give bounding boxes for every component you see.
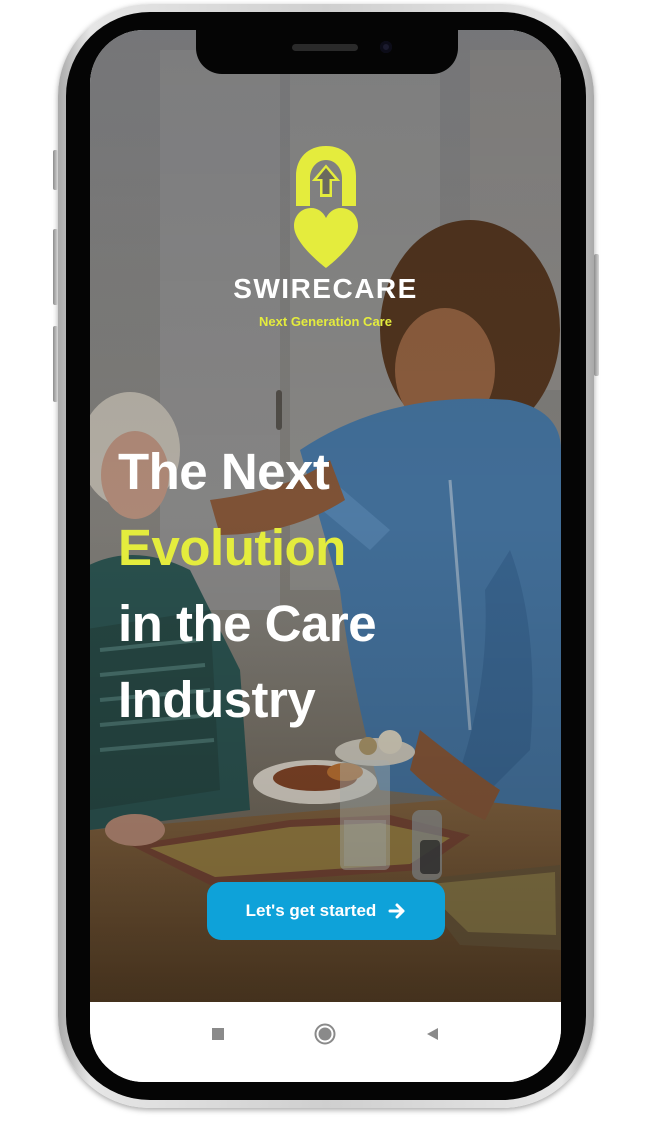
brand-tagline: Next Generation Care [259,314,392,329]
app-screen: SWIRECARE Next Generation Care The Next … [90,30,561,1082]
brand-name: SWIRECARE [233,273,418,304]
home-button[interactable] [311,1020,339,1048]
get-started-label: Let's get started [245,901,377,920]
headline-line-3: in the Care [118,595,377,652]
square-icon [212,1028,224,1040]
front-camera [380,41,392,53]
mute-switch [53,150,58,190]
phone-notch [196,30,458,74]
swirecare-logo-icon [294,146,358,268]
power-button [594,254,599,376]
arrow-right-icon [388,903,405,919]
recent-apps-button[interactable] [204,1020,232,1048]
triangle-left-icon [427,1028,438,1040]
back-button[interactable] [418,1020,446,1048]
earpiece-speaker [292,44,358,51]
headline-line-2-highlight: Evolution [118,519,346,576]
volume-down-button [53,326,58,402]
volume-up-button [53,229,58,305]
android-navigation-bar [90,1002,561,1082]
circle-icon [314,1023,336,1045]
phone-frame: SWIRECARE Next Generation Care The Next … [53,4,599,1108]
headline-line-4: Industry [118,671,316,728]
hero-headline: The Next Evolution in the Care Industry [118,434,377,738]
headline-line-1: The Next [118,443,330,500]
get-started-button[interactable]: Let's get started [207,882,445,940]
